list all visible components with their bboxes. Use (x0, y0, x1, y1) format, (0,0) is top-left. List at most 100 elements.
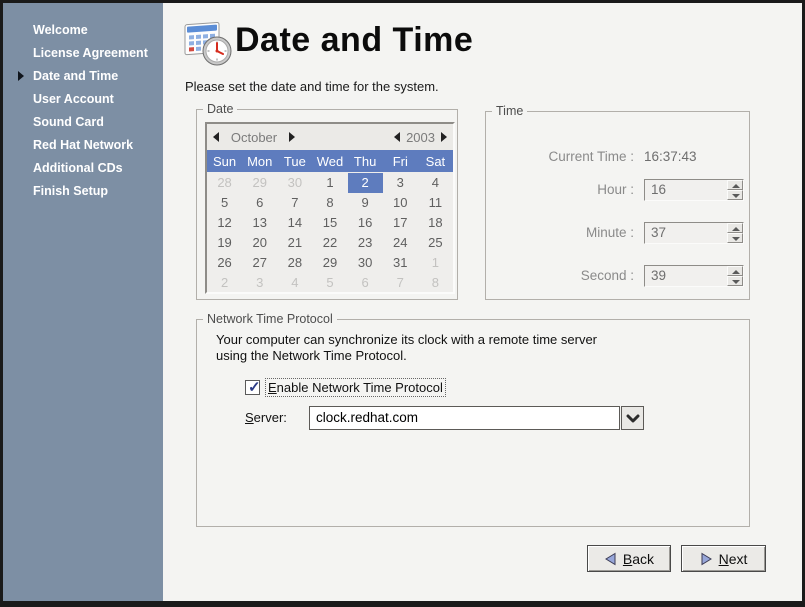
calendar-month-label: October (225, 130, 283, 145)
server-label: Server: (245, 410, 287, 425)
calendar-day[interactable]: 29 (312, 253, 347, 273)
calendar-nav-bar: October 2003 (207, 124, 453, 150)
weekday-label: Fri (383, 154, 418, 169)
calendar-day[interactable]: 3 (242, 273, 277, 293)
hour-row: Hour : 16 (486, 179, 749, 201)
calendar-day[interactable]: 20 (242, 233, 277, 253)
date-group-label: Date (203, 102, 237, 116)
spinbox-value: 16 (651, 180, 666, 200)
calendar-day[interactable]: 8 (312, 193, 347, 213)
current-time-row: Current Time : 16:37:43 (486, 146, 749, 168)
ntp-checkbox-row: ✓ Enable Network Time Protocol (245, 378, 446, 396)
server-combobox-dropdown-button[interactable] (621, 406, 644, 430)
calendar-day[interactable]: 5 (207, 193, 242, 213)
spin-down-button[interactable] (727, 233, 743, 243)
calendar-day[interactable]: 1 (418, 253, 453, 273)
calendar-day[interactable]: 11 (418, 193, 453, 213)
calendar-day[interactable]: 2 (207, 273, 242, 293)
minute-row: Minute : 37 (486, 222, 749, 244)
calendar-day[interactable]: 22 (312, 233, 347, 253)
spinner-label: Hour : (486, 179, 634, 201)
calendar-day[interactable]: 3 (383, 173, 418, 193)
calendar-day[interactable]: 10 (383, 193, 418, 213)
checkmark-icon: ✓ (248, 378, 261, 396)
sidebar-item-welcome: Welcome (3, 19, 163, 42)
page-subtitle: Please set the date and time for the sys… (185, 79, 439, 94)
arrow-down-icon (732, 194, 740, 198)
enable-ntp-label[interactable]: Enable Network Time Protocol (265, 378, 446, 397)
next-button[interactable]: Next (681, 545, 766, 572)
spin-up-button[interactable] (727, 266, 743, 276)
arrow-up-icon (732, 184, 740, 188)
spin-buttons (727, 266, 743, 286)
calendar-day[interactable]: 4 (277, 273, 312, 293)
arrow-down-icon (732, 280, 740, 284)
calendar-day[interactable]: 12 (207, 213, 242, 233)
spin-up-button[interactable] (727, 223, 743, 233)
calendar-day[interactable]: 16 (348, 213, 383, 233)
arrow-up-icon (732, 227, 740, 231)
weekday-label: Sun (207, 154, 242, 169)
calendar-day[interactable]: 18 (418, 213, 453, 233)
back-button[interactable]: Back (587, 545, 671, 572)
calendar-day[interactable]: 28 (277, 253, 312, 273)
calendar-day-selected[interactable]: 2 (348, 173, 383, 193)
arrow-up-icon (732, 270, 740, 274)
spinner-label: Minute : (486, 222, 634, 244)
calendar-day[interactable]: 29 (242, 173, 277, 193)
sidebar-item-license-agreement: License Agreement (3, 42, 163, 65)
calendar-day[interactable]: 21 (277, 233, 312, 253)
calendar-day[interactable]: 23 (348, 233, 383, 253)
calendar-day[interactable]: 14 (277, 213, 312, 233)
time-groupbox: Time Current Time : 16:37:43 Hour :16Min… (485, 111, 750, 300)
calendar-day[interactable]: 30 (348, 253, 383, 273)
sidebar-item-sound-card: Sound Card (3, 111, 163, 134)
spin-up-button[interactable] (727, 180, 743, 190)
calendar-day[interactable]: 17 (383, 213, 418, 233)
calendar-day[interactable]: 9 (348, 193, 383, 213)
calendar-day[interactable]: 13 (242, 213, 277, 233)
chevron-down-icon (626, 414, 640, 424)
ntp-description-line2: using the Network Time Protocol. (216, 348, 407, 363)
weekday-label: Mon (242, 154, 277, 169)
second-spinbox[interactable]: 39 (644, 265, 744, 287)
calendar-day[interactable]: 26 (207, 253, 242, 273)
second-row: Second :39 (486, 265, 749, 287)
server-combobox-entry[interactable]: clock.redhat.com (309, 406, 620, 430)
prev-month-icon[interactable] (213, 132, 219, 142)
enable-ntp-checkbox[interactable]: ✓ (245, 380, 260, 395)
calendar-day[interactable]: 4 (418, 173, 453, 193)
weekday-label: Sat (418, 154, 453, 169)
calendar-day[interactable]: 27 (242, 253, 277, 273)
sidebar-item-finish-setup: Finish Setup (3, 180, 163, 203)
calendar-widget[interactable]: October 2003 SunMonTueWedThuFriSat 28293… (205, 122, 455, 294)
window-frame: WelcomeLicense AgreementDate and TimeUse… (0, 0, 805, 607)
next-year-icon[interactable] (441, 132, 447, 142)
calendar-day[interactable]: 1 (312, 173, 347, 193)
calendar-day[interactable]: 5 (312, 273, 347, 293)
calendar-day-grid: 2829301234567891011121314151617181920212… (207, 172, 453, 293)
spin-down-button[interactable] (727, 276, 743, 286)
calendar-day[interactable]: 30 (277, 173, 312, 193)
next-month-icon[interactable] (289, 132, 295, 142)
calendar-day[interactable]: 25 (418, 233, 453, 253)
calendar-day[interactable]: 6 (242, 193, 277, 213)
calendar-day[interactable]: 7 (383, 273, 418, 293)
weekday-label: Wed (312, 154, 347, 169)
date-groupbox: Date October 2003 SunMonTueWedThuFriSat … (196, 109, 458, 300)
current-time-label: Current Time : (486, 146, 634, 168)
calendar-day[interactable]: 8 (418, 273, 453, 293)
calendar-day[interactable]: 6 (348, 273, 383, 293)
calendar-day[interactable]: 19 (207, 233, 242, 253)
calendar-day[interactable]: 31 (383, 253, 418, 273)
spin-down-button[interactable] (727, 190, 743, 200)
wizard-sidebar: WelcomeLicense AgreementDate and TimeUse… (3, 3, 163, 601)
minute-spinbox[interactable]: 37 (644, 222, 744, 244)
prev-year-icon[interactable] (394, 132, 400, 142)
calendar-day[interactable]: 7 (277, 193, 312, 213)
calendar-day[interactable]: 15 (312, 213, 347, 233)
weekday-label: Tue (277, 154, 312, 169)
calendar-day[interactable]: 28 (207, 173, 242, 193)
hour-spinbox[interactable]: 16 (644, 179, 744, 201)
calendar-day[interactable]: 24 (383, 233, 418, 253)
